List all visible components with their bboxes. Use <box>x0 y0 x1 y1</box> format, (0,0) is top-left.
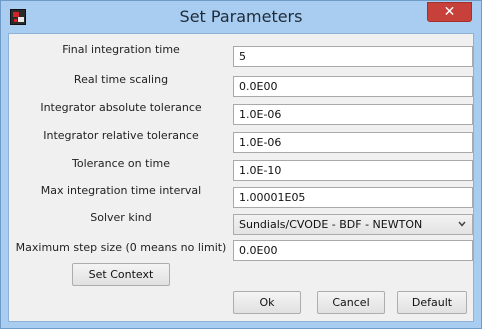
relative-tolerance-label: Integrator relative tolerance <box>43 129 199 142</box>
solver-kind-label: Solver kind <box>90 211 152 224</box>
final-integration-time-input[interactable] <box>233 46 473 67</box>
absolute-tolerance-label: Integrator absolute tolerance <box>40 101 202 114</box>
tolerance-on-time-input[interactable] <box>233 160 473 181</box>
max-step-size-label: Maximum step size (0 means no limit) <box>15 241 227 254</box>
close-icon: ✕ <box>443 4 456 20</box>
max-step-size-input[interactable] <box>233 240 473 261</box>
max-time-interval-label: Max integration time interval <box>40 184 202 197</box>
title-bar[interactable]: Set Parameters ✕ <box>1 1 481 33</box>
close-button[interactable]: ✕ <box>427 2 472 22</box>
solver-kind-select[interactable]: Sundials/CVODE - BDF - NEWTON <box>233 214 473 235</box>
cancel-button[interactable]: Cancel <box>317 291 385 314</box>
final-integration-time-label: Final integration time <box>62 43 180 56</box>
default-button[interactable]: Default <box>397 291 467 314</box>
real-time-scaling-label: Real time scaling <box>73 73 169 86</box>
chevron-down-icon <box>458 221 466 227</box>
tolerance-on-time-label: Tolerance on time <box>71 157 170 170</box>
set-context-button[interactable]: Set Context <box>72 263 170 286</box>
absolute-tolerance-input[interactable] <box>233 104 473 125</box>
set-parameters-dialog: Set Parameters ✕ Final integration time … <box>0 0 482 329</box>
ok-button[interactable]: Ok <box>233 291 301 314</box>
relative-tolerance-input[interactable] <box>233 132 473 153</box>
dialog-title: Set Parameters <box>179 7 303 26</box>
max-time-interval-input[interactable] <box>233 187 473 208</box>
solver-kind-value: Sundials/CVODE - BDF - NEWTON <box>239 218 423 231</box>
real-time-scaling-input[interactable] <box>233 76 473 97</box>
dialog-content: Final integration time Real time scaling… <box>8 33 474 322</box>
